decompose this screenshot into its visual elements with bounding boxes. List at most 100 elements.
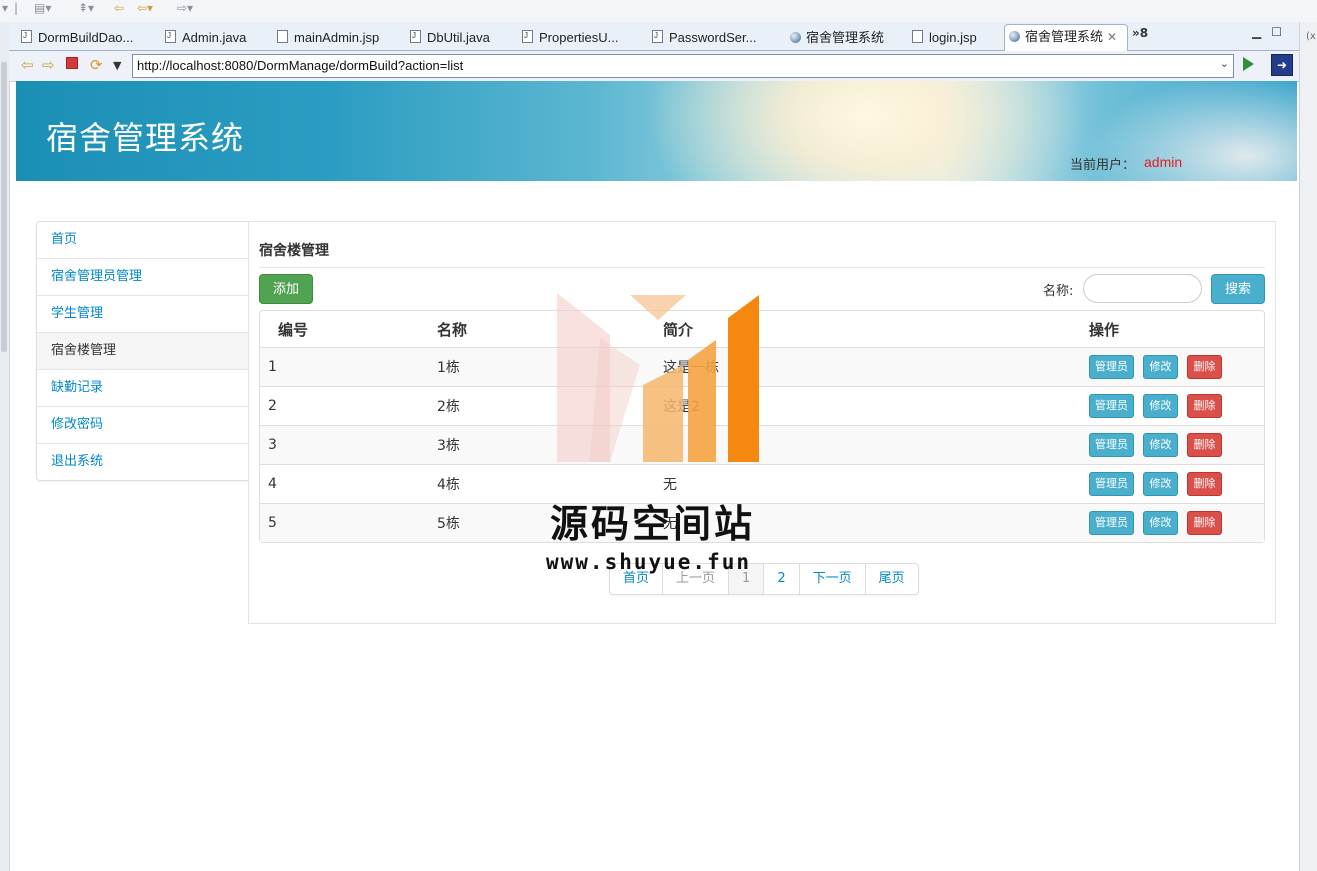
right-panel-strip: (x — [1299, 22, 1317, 871]
divider — [259, 267, 1265, 268]
sidebar-nav: 首页› 宿舍管理员管理› 学生管理› 宿舍楼管理› 缺勤记录› 修改密码› 退出… — [36, 221, 255, 481]
table-row: 2 2栋 这是2 管理员 修改 删除 — [260, 387, 1264, 426]
edit-button[interactable]: 修改 — [1143, 394, 1178, 418]
tab-overflow-indicator[interactable]: »8 — [1132, 26, 1148, 40]
editor-tab[interactable]: Admin.java — [165, 26, 257, 50]
back-arrow-icon[interactable]: ⇦ — [21, 56, 34, 74]
java-file-icon — [165, 26, 176, 48]
cell-actions: 管理员 修改 删除 — [1089, 465, 1264, 504]
sidebar-item-logout[interactable]: 退出系统› — [37, 444, 255, 480]
browser-navigation-bar: ⇦ ⇨ ⟳ ▼ http://localhost:8080/DormManage… — [9, 51, 1299, 82]
toolbar-annotation-icon[interactable]: ⇞▾ — [78, 1, 94, 15]
delete-button[interactable]: 删除 — [1187, 433, 1222, 457]
toolbar-forward-icon[interactable]: ⇨▾ — [177, 1, 193, 15]
manager-button[interactable]: 管理员 — [1089, 472, 1134, 496]
sidebar-item-buildings[interactable]: 宿舍楼管理› — [37, 333, 255, 370]
sidebar-item-home[interactable]: 首页› — [37, 222, 255, 259]
table-row: 5 5栋 无 管理员 修改 删除 — [260, 504, 1264, 542]
delete-button[interactable]: 删除 — [1187, 472, 1222, 496]
sidebar-item-label: 学生管理 — [51, 306, 104, 321]
java-file-icon — [21, 26, 32, 48]
edit-button[interactable]: 修改 — [1143, 355, 1178, 379]
cell-intro: 这是一栋 — [663, 348, 1089, 387]
add-button[interactable]: 添加 — [259, 274, 313, 304]
edit-button[interactable]: 修改 — [1143, 511, 1178, 535]
manager-button[interactable]: 管理员 — [1089, 355, 1134, 379]
delete-button[interactable]: 删除 — [1187, 511, 1222, 535]
left-scroll-thumb[interactable] — [1, 62, 7, 352]
window-controls: ▁☐ — [1252, 25, 1292, 39]
sidebar-item-label: 缺勤记录 — [51, 380, 104, 395]
toolbar-dropdown-icon[interactable]: ▾ — [2, 1, 8, 15]
edit-button[interactable]: 修改 — [1143, 472, 1178, 496]
search-input[interactable] — [1083, 274, 1202, 303]
chevron-down-icon[interactable]: ▼ — [113, 59, 121, 72]
refresh-icon[interactable]: ⟳ — [90, 56, 103, 74]
cell-name: 1栋 — [437, 348, 663, 387]
edit-button[interactable]: 修改 — [1143, 433, 1178, 457]
editor-tab[interactable]: PropertiesU... — [522, 26, 630, 50]
manager-button[interactable]: 管理员 — [1089, 433, 1134, 457]
page-title: 宿舍管理系统 — [46, 119, 245, 157]
editor-tab[interactable]: DormBuildDao... — [21, 26, 139, 50]
sidebar-item-absence[interactable]: 缺勤记录› — [37, 370, 255, 407]
forward-arrow-icon[interactable]: ⇨ — [42, 56, 55, 74]
open-external-icon[interactable]: ➜ — [1271, 54, 1293, 76]
editor-tab[interactable]: PasswordSer... — [652, 26, 768, 50]
manager-button[interactable]: 管理员 — [1089, 511, 1134, 535]
search-button[interactable]: 搜索 — [1211, 274, 1265, 304]
sidebar-item-password[interactable]: 修改密码› — [37, 407, 255, 444]
delete-button[interactable]: 删除 — [1187, 355, 1222, 379]
close-icon[interactable]: ✕ — [1107, 30, 1117, 44]
browser-viewport: 宿舍管理系统 当前用户： admin 首页› 宿舍管理员管理› 学生管理› 宿舍… — [16, 81, 1297, 871]
editor-tab[interactable]: 宿舍管理系统 — [790, 26, 890, 50]
maximize-icon[interactable]: ☐ — [1271, 25, 1292, 39]
java-file-icon — [410, 26, 421, 48]
editor-tab-label: PropertiesU... — [539, 30, 619, 45]
editor-tab-active[interactable]: 宿舍管理系统 ✕ — [1004, 24, 1128, 52]
cell-id: 1 — [260, 348, 437, 387]
sidebar-item-label: 宿舍管理员管理 — [51, 269, 143, 284]
sidebar-item-students[interactable]: 学生管理› — [37, 296, 255, 333]
minimize-icon[interactable]: ▁ — [1252, 25, 1271, 39]
table-header-row: 编号 名称 简介 操作 — [260, 311, 1264, 348]
editor-tab[interactable]: login.jsp — [912, 26, 992, 50]
sidebar-item-dorm-admin[interactable]: 宿舍管理员管理› — [37, 259, 255, 296]
cell-name: 3栋 — [437, 426, 663, 465]
url-text[interactable]: http://localhost:8080/DormManage/dormBui… — [137, 58, 463, 73]
sidebar-item-label: 退出系统 — [51, 454, 104, 469]
page-number-link[interactable]: 2 — [764, 564, 800, 594]
manager-button[interactable]: 管理员 — [1089, 394, 1134, 418]
go-icon[interactable] — [1243, 57, 1254, 71]
toolbar-new-icon[interactable]: ▤▾ — [34, 1, 51, 15]
column-header: 编号 — [260, 311, 437, 348]
editor-tab-label: login.jsp — [929, 30, 977, 45]
cell-id: 5 — [260, 504, 437, 542]
globe-icon — [790, 32, 801, 43]
main-content-panel: 宿舍楼管理 添加 名称: 搜索 编号 名称 简介 操作 1 1栋 这是一栋 管理… — [248, 221, 1276, 624]
left-panel-strip — [0, 22, 10, 871]
collapsed-view-tab[interactable]: (x — [1306, 31, 1316, 42]
editor-tab-label: 宿舍管理系统 — [806, 30, 885, 45]
delete-button[interactable]: 删除 — [1187, 394, 1222, 418]
cell-intro — [663, 426, 1089, 465]
watermark-url: www.shuyue.fun — [546, 550, 752, 574]
chevron-down-icon[interactable]: ⌄ — [1220, 57, 1229, 70]
section-title: 宿舍楼管理 — [259, 243, 329, 259]
toolbar-last-edit-icon[interactable]: ⇦ — [114, 1, 124, 15]
cell-intro: 这是2 — [663, 387, 1089, 426]
url-field[interactable]: http://localhost:8080/DormManage/dormBui… — [132, 54, 1234, 78]
column-header: 操作 — [1089, 311, 1264, 348]
java-file-icon — [652, 26, 663, 48]
page-last-link[interactable]: 尾页 — [866, 564, 918, 594]
cell-actions: 管理员 修改 删除 — [1089, 348, 1264, 387]
toolbar-back-icon[interactable]: ⇦▾ — [137, 1, 153, 15]
current-user-label: 当前用户： — [1070, 158, 1136, 173]
editor-tab[interactable]: mainAdmin.jsp — [277, 26, 389, 50]
stop-icon[interactable] — [66, 57, 78, 69]
editor-tab[interactable]: DbUtil.java — [410, 26, 502, 50]
globe-icon — [1009, 31, 1020, 42]
page-next-link[interactable]: 下一页 — [800, 564, 866, 594]
sidebar-item-label: 修改密码 — [51, 417, 104, 432]
search-label: 名称: — [1043, 284, 1074, 299]
